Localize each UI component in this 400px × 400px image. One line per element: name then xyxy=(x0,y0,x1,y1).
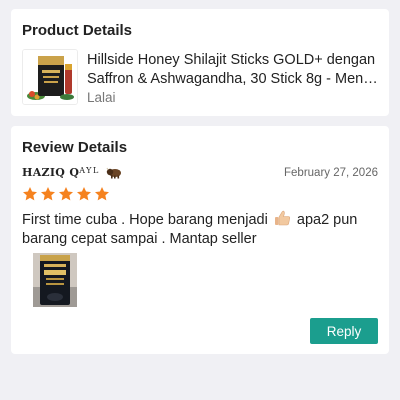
star-rating xyxy=(22,186,110,202)
reply-button[interactable]: Reply xyxy=(310,318,378,344)
star-icon xyxy=(77,187,91,201)
review-date: February 27, 2026 xyxy=(284,167,378,179)
product-name[interactable]: Hillside Honey Shilajit Sticks GOLD+ den… xyxy=(87,51,383,89)
product-thumbnail[interactable] xyxy=(22,49,78,105)
reviewer-name-suffix: AYL xyxy=(79,166,100,175)
product-variant: Lalai xyxy=(87,90,116,105)
review-text: First time cuba . Hope barang menjadi ap… xyxy=(22,210,378,249)
thumbs-up-icon xyxy=(274,210,290,226)
review-details-card: Review Details HAZIQ QAYL February 27, 2… xyxy=(11,126,389,354)
star-icon xyxy=(59,187,73,201)
reviewer-row: HAZIQ QAYL February 27, 2026 xyxy=(22,166,378,182)
review-photo[interactable] xyxy=(33,253,77,307)
star-icon xyxy=(23,187,37,201)
review-photo-image-icon xyxy=(33,253,77,307)
reviewer-name: HAZIQ Q xyxy=(22,166,80,179)
review-details-title: Review Details xyxy=(22,139,128,156)
product-details-card: Product Details Hillside Honey Shilajit … xyxy=(11,9,389,116)
reviewer-name-group: HAZIQ QAYL xyxy=(22,166,122,179)
bison-icon xyxy=(106,167,121,179)
product-details-title: Product Details xyxy=(22,22,133,39)
product-image-icon xyxy=(23,50,77,104)
review-text-part1: First time cuba . Hope barang menjadi xyxy=(22,212,268,228)
star-icon xyxy=(41,187,55,201)
star-icon xyxy=(95,187,109,201)
